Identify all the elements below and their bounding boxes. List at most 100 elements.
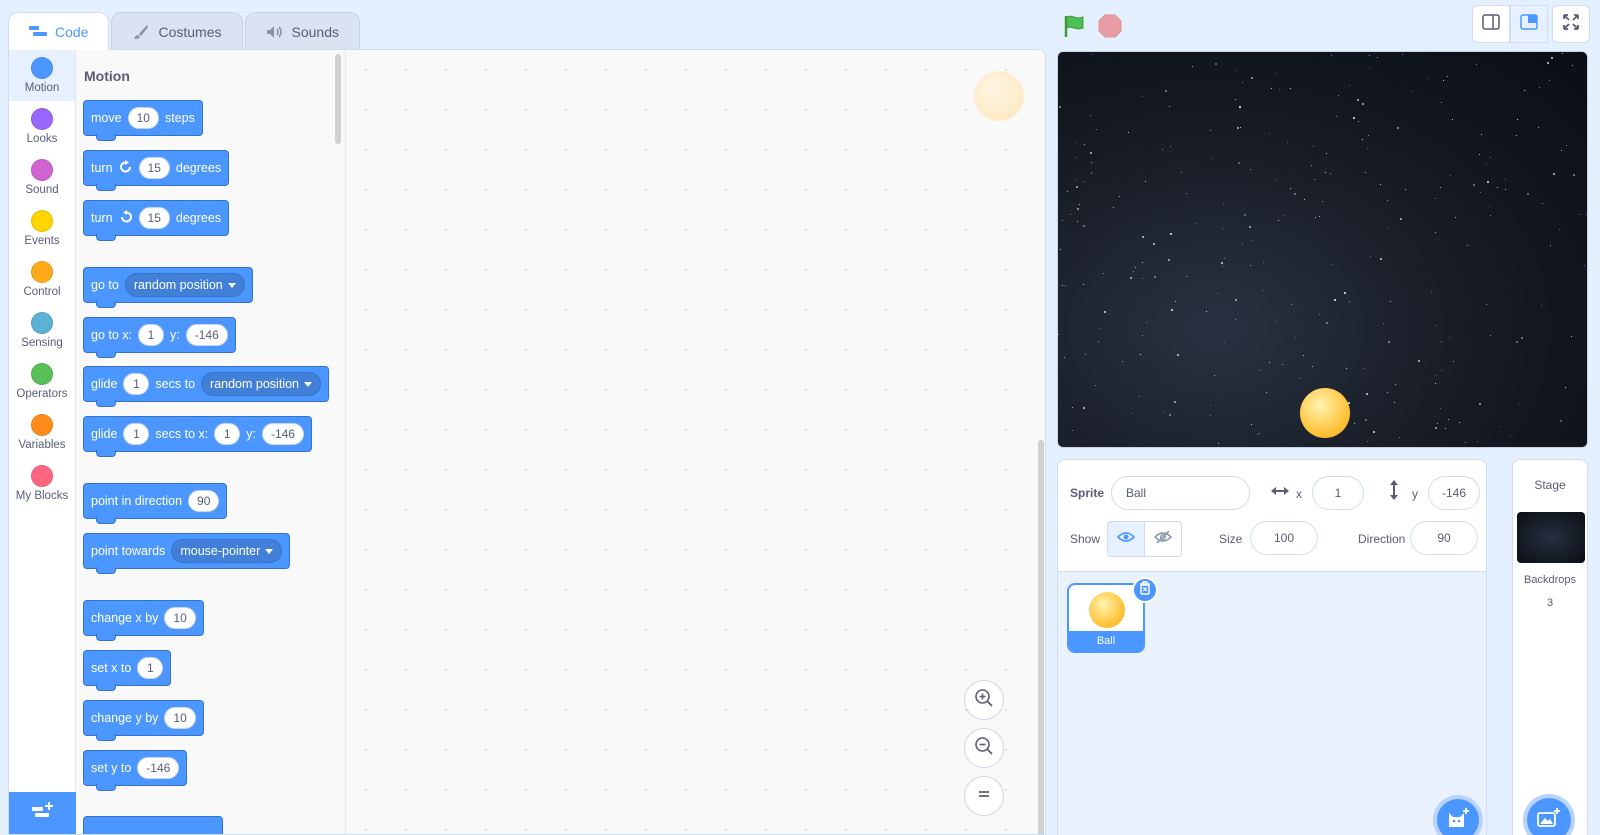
zoom-in-button[interactable] (964, 680, 1004, 720)
category-motion[interactable]: Motion (9, 50, 75, 101)
block-turn-left[interactable]: turn 15 degrees (83, 200, 230, 241)
category-looks[interactable]: Looks (9, 101, 75, 152)
star (1395, 384, 1397, 386)
show-visible-button[interactable] (1107, 521, 1145, 557)
y-input[interactable]: -146 (185, 324, 228, 346)
category-control[interactable]: Control (9, 254, 75, 305)
star (1523, 89, 1525, 91)
sprite-pane: Sprite Ball x 1 y -146 Show Size 100 Dir… (1057, 459, 1487, 835)
category-sound[interactable]: Sound (9, 152, 75, 203)
star (1221, 227, 1223, 229)
block-glide-random[interactable]: glide 1 secs to random position (83, 366, 329, 407)
star (1238, 106, 1241, 109)
block-glide-xy[interactable]: glide 1 secs to x: 1 y: -146 (83, 416, 312, 457)
block-point-towards[interactable]: point towards mouse-pointer (83, 533, 291, 574)
y-label: y (1412, 487, 1418, 501)
x-input[interactable]: 1 (137, 657, 164, 679)
y-input[interactable]: -146 (137, 757, 180, 779)
choose-sprite-button[interactable] (1433, 795, 1483, 835)
zoom-reset-button[interactable] (964, 776, 1004, 816)
sprite-info: Sprite Ball x 1 y -146 Show Size 100 Dir… (1058, 460, 1486, 572)
sprite-name-field[interactable]: Ball (1111, 476, 1250, 510)
star (1217, 293, 1219, 295)
size-field[interactable]: 100 (1250, 521, 1318, 555)
star (1396, 126, 1399, 129)
direction-input[interactable]: 90 (188, 490, 220, 512)
palette-scrollbar[interactable] (335, 54, 341, 144)
block-set-y[interactable]: set y to -146 (83, 750, 188, 791)
block-partial[interactable] (83, 816, 223, 834)
zoom-out-button[interactable] (964, 728, 1004, 768)
star (1439, 407, 1441, 409)
star (1480, 191, 1482, 193)
target-dropdown[interactable]: random position (201, 372, 321, 396)
block-set-x[interactable]: set x to 1 (83, 650, 172, 691)
degrees-input[interactable]: 15 (138, 207, 170, 229)
tab-costumes[interactable]: Costumes (111, 12, 243, 50)
tab-code[interactable]: Code (8, 12, 110, 50)
stage-size-toggle (1472, 5, 1590, 43)
star (1269, 132, 1271, 134)
secs-input[interactable]: 1 (123, 423, 150, 445)
star (1235, 298, 1238, 301)
star (1249, 264, 1251, 266)
delete-sprite-button[interactable] (1132, 577, 1158, 603)
target-dropdown[interactable]: mouse-pointer (171, 539, 283, 563)
sound-color-dot (31, 159, 53, 181)
star (1549, 80, 1551, 82)
stage-target-pane[interactable]: Stage Backdrops 3 (1512, 459, 1588, 835)
block-change-x[interactable]: change x by 10 (83, 600, 204, 641)
block-point-in-direction[interactable]: point in direction 90 (83, 483, 228, 524)
block-go-to-random[interactable]: go to random position (83, 267, 253, 308)
normal-stage-button[interactable] (1510, 5, 1548, 43)
category-sensing[interactable]: Sensing (9, 305, 75, 356)
star (1380, 183, 1382, 185)
block-go-to-xy[interactable]: go to x: 1 y: -146 (83, 317, 236, 358)
small-stage-button[interactable] (1472, 5, 1510, 43)
star (1490, 335, 1492, 337)
block-text: degrees (175, 211, 222, 225)
star (1266, 391, 1268, 393)
star (1256, 433, 1258, 435)
script-workspace[interactable] (346, 50, 1045, 834)
choose-backdrop-button[interactable] (1523, 794, 1575, 835)
category-operators[interactable]: Operators (9, 356, 75, 407)
star (1217, 442, 1219, 444)
block-move-steps[interactable]: move 10 steps (83, 100, 203, 141)
steps-input[interactable]: 10 (127, 107, 159, 129)
direction-field[interactable]: 90 (1410, 521, 1478, 555)
stop-button[interactable] (1098, 14, 1122, 38)
ball-sprite[interactable] (1300, 388, 1350, 438)
workspace-scrollbar[interactable] (1038, 440, 1044, 834)
x-input[interactable]: 1 (138, 324, 164, 346)
x-field[interactable]: 1 (1312, 476, 1364, 510)
y-input[interactable]: -146 (261, 423, 304, 445)
stage-canvas[interactable] (1057, 51, 1588, 448)
secs-input[interactable]: 1 (123, 373, 150, 395)
star (1278, 89, 1280, 91)
target-dropdown[interactable]: random position (124, 273, 245, 297)
star (1286, 142, 1288, 144)
dy-input[interactable]: 10 (164, 707, 196, 729)
x-input[interactable]: 1 (214, 423, 241, 445)
add-extension-button[interactable] (9, 792, 76, 834)
star (1362, 138, 1364, 140)
tab-sounds[interactable]: Sounds (244, 12, 360, 50)
category-variables[interactable]: Variables (9, 407, 75, 458)
fullscreen-button[interactable] (1552, 5, 1590, 43)
block-change-y[interactable]: change y by 10 (83, 700, 204, 741)
star (1446, 76, 1448, 78)
green-flag-button[interactable] (1062, 14, 1086, 38)
star (1076, 208, 1079, 211)
category-my-blocks[interactable]: My Blocks (9, 458, 75, 509)
show-hidden-button[interactable] (1144, 521, 1182, 557)
star (1369, 55, 1371, 57)
degrees-input[interactable]: 15 (138, 157, 170, 179)
star (1570, 336, 1572, 338)
dx-input[interactable]: 10 (164, 607, 196, 629)
category-events[interactable]: Events (9, 203, 75, 254)
star (1542, 203, 1544, 205)
block-turn-right[interactable]: turn 15 degrees (83, 150, 230, 191)
y-field[interactable]: -146 (1428, 476, 1480, 510)
star (1173, 400, 1176, 403)
